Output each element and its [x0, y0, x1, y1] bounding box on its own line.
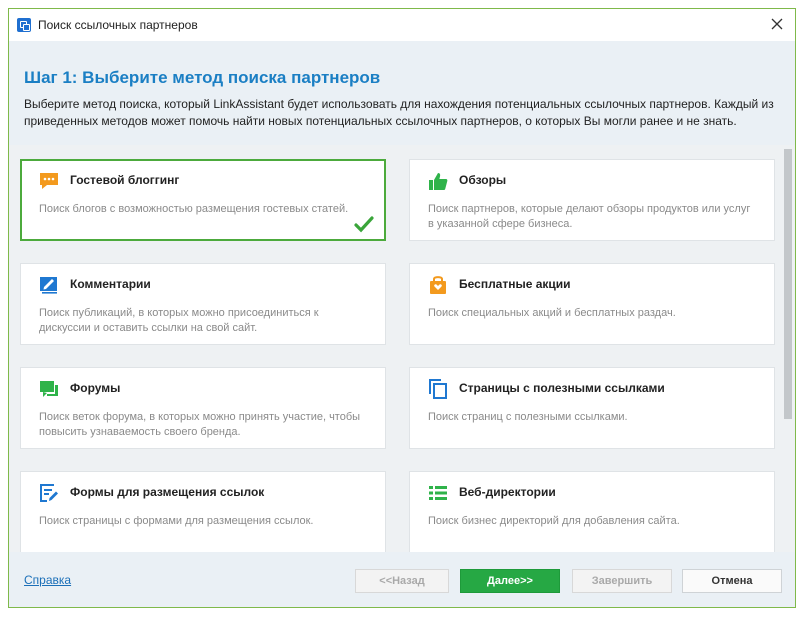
card-description: Поиск бизнес директорий для добавления с…: [428, 515, 680, 527]
card-title: Веб-директории: [459, 485, 556, 499]
pencil-square-icon: [40, 277, 57, 294]
card-description: Поиск страниц с полезными ссылками.: [428, 411, 628, 423]
gift-bag-icon: [430, 276, 446, 294]
card-title: Страницы с полезными ссылками: [459, 381, 665, 395]
close-icon: [771, 18, 783, 30]
card-title: Форумы: [70, 381, 121, 395]
card-description: Поиск веток форума, в которых можно прин…: [39, 411, 361, 438]
method-card-guest-blogging[interactable]: Гостевой блоггинг Поиск блогов с возможн…: [20, 159, 386, 241]
card-title: Бесплатные акции: [459, 277, 571, 291]
dialog-footer: Справка <<Назад Далее>> Завершить Отмена: [9, 552, 795, 607]
scroll-thumb[interactable]: [784, 149, 792, 419]
card-description: Поиск блогов с возможностью размещения г…: [39, 203, 349, 215]
thumbs-up-icon: [429, 173, 448, 190]
method-card-free-promos[interactable]: Бесплатные акции Поиск специальных акций…: [409, 263, 775, 345]
list-icon: [429, 486, 447, 500]
back-button[interactable]: <<Назад: [355, 569, 449, 593]
forum-icon: [40, 381, 58, 397]
method-card-forums[interactable]: Форумы Поиск веток форума, в которых мож…: [20, 367, 386, 449]
method-card-useful-links[interactable]: Страницы с полезными ссылками Поиск стра…: [409, 367, 775, 449]
method-card-comments[interactable]: Комментарии Поиск публикаций, в которых …: [20, 263, 386, 345]
close-button[interactable]: [759, 9, 795, 39]
window-title: Поиск ссылочных партнеров: [38, 18, 198, 32]
step-header: Шаг 1: Выберите метод поиска партнеров В…: [9, 41, 795, 145]
method-card-web-directories[interactable]: Веб-директории Поиск бизнес директорий д…: [409, 471, 775, 552]
card-title: Комментарии: [70, 277, 151, 291]
page-title: Шаг 1: Выберите метод поиска партнеров: [24, 68, 381, 87]
finish-button[interactable]: Завершить: [572, 569, 672, 593]
card-description: Поиск партнеров, которые делают обзоры п…: [428, 203, 751, 230]
method-card-reviews[interactable]: Обзоры Поиск партнеров, которые делают о…: [409, 159, 775, 241]
next-button[interactable]: Далее>>: [460, 569, 560, 593]
card-title: Гостевой блоггинг: [70, 173, 180, 187]
title-bar: Поиск ссылочных партнеров: [9, 9, 795, 41]
form-edit-icon: [40, 484, 58, 502]
chat-bubble-icon: [40, 173, 58, 189]
help-link[interactable]: Справка: [24, 573, 71, 587]
cancel-button[interactable]: Отмена: [682, 569, 782, 593]
method-list: Гостевой блоггинг Поиск блогов с возможн…: [9, 145, 795, 552]
card-title: Формы для размещения ссылок: [70, 485, 265, 499]
vertical-scrollbar[interactable]: [781, 145, 795, 552]
card-description: Поиск специальных акций и бесплатных раз…: [428, 307, 676, 319]
step-description: Выберите метод поиска, который LinkAssis…: [24, 97, 774, 128]
checkmark-icon: [354, 216, 374, 233]
method-card-link-forms[interactable]: Формы для размещения ссылок Поиск страни…: [20, 471, 386, 552]
app-icon: [17, 18, 31, 32]
card-title: Обзоры: [459, 173, 507, 187]
copy-pages-icon: [429, 379, 447, 399]
dialog-window: Поиск ссылочных партнеров Шаг 1: Выберит…: [8, 8, 796, 608]
card-description: Поиск публикаций, в которых можно присое…: [39, 307, 319, 334]
card-description: Поиск страницы с формами для размещения …: [39, 515, 314, 527]
